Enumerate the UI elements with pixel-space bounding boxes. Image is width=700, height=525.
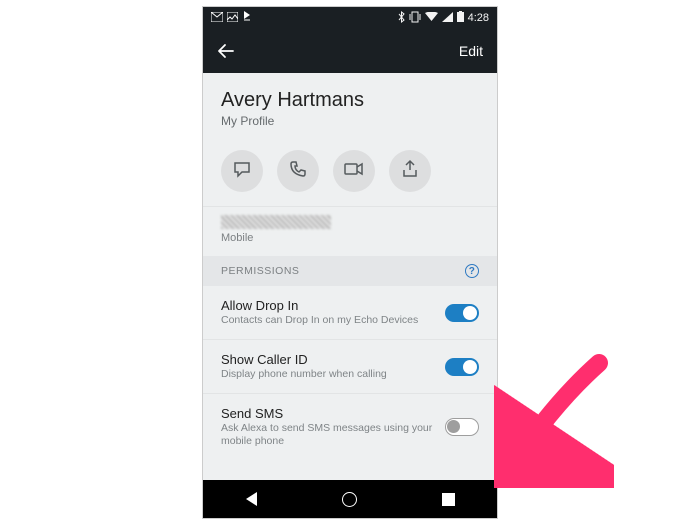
help-icon[interactable]: ? bbox=[465, 264, 479, 278]
message-icon bbox=[232, 159, 252, 184]
perm-row-drop-in: Allow Drop In Contacts can Drop In on my… bbox=[203, 286, 497, 340]
video-button[interactable] bbox=[333, 150, 375, 192]
profile-name: Avery Hartmans bbox=[221, 89, 479, 112]
toggle-caller-id[interactable] bbox=[445, 358, 479, 376]
perm-row-send-sms: Send SMS Ask Alexa to send SMS messages … bbox=[203, 394, 497, 460]
phone-type-label: Mobile bbox=[221, 232, 479, 244]
app-bar: Edit bbox=[203, 29, 497, 73]
action-row bbox=[203, 138, 497, 206]
content: Avery Hartmans My Profile bbox=[203, 73, 497, 480]
profile-subtitle: My Profile bbox=[221, 114, 479, 128]
permissions-header-label: PERMISSIONS bbox=[221, 265, 299, 277]
nav-recents-icon[interactable] bbox=[442, 493, 455, 506]
perm-title: Send SMS bbox=[221, 406, 437, 421]
perm-subtitle: Ask Alexa to send SMS messages using you… bbox=[221, 422, 437, 448]
permissions-header: PERMISSIONS ? bbox=[203, 256, 497, 286]
battery-icon bbox=[457, 11, 464, 25]
call-button[interactable] bbox=[277, 150, 319, 192]
back-button[interactable] bbox=[217, 42, 235, 60]
android-nav-bar bbox=[203, 480, 497, 518]
nav-home-icon[interactable] bbox=[342, 492, 357, 507]
perm-row-caller-id: Show Caller ID Display phone number when… bbox=[203, 340, 497, 394]
mail-icon bbox=[211, 12, 223, 25]
image-icon bbox=[227, 12, 238, 25]
message-button[interactable] bbox=[221, 150, 263, 192]
annotation-arrow bbox=[494, 348, 614, 493]
share-button[interactable] bbox=[389, 150, 431, 192]
wifi-icon bbox=[425, 12, 438, 25]
status-time: 4:28 bbox=[468, 12, 489, 24]
edit-button[interactable]: Edit bbox=[459, 43, 483, 59]
status-bar: 4:28 bbox=[203, 7, 497, 29]
share-icon bbox=[400, 159, 420, 184]
toggle-send-sms[interactable] bbox=[445, 418, 479, 436]
perm-title: Allow Drop In bbox=[221, 298, 437, 313]
phone-number-redacted bbox=[221, 215, 331, 229]
vibrate-icon bbox=[409, 11, 421, 26]
phone-icon bbox=[288, 159, 308, 184]
phone-frame: 4:28 Edit Avery Hartmans My Profile bbox=[202, 6, 498, 519]
bluetooth-icon bbox=[398, 11, 405, 26]
toggle-drop-in[interactable] bbox=[445, 304, 479, 322]
perm-subtitle: Contacts can Drop In on my Echo Devices bbox=[221, 314, 437, 327]
video-icon bbox=[343, 159, 365, 184]
nav-back-icon[interactable] bbox=[246, 492, 257, 506]
perm-title: Show Caller ID bbox=[221, 352, 437, 367]
play-icon bbox=[242, 11, 252, 26]
perm-subtitle: Display phone number when calling bbox=[221, 368, 437, 381]
phone-block: Mobile bbox=[203, 206, 497, 256]
cell-icon bbox=[442, 12, 453, 25]
